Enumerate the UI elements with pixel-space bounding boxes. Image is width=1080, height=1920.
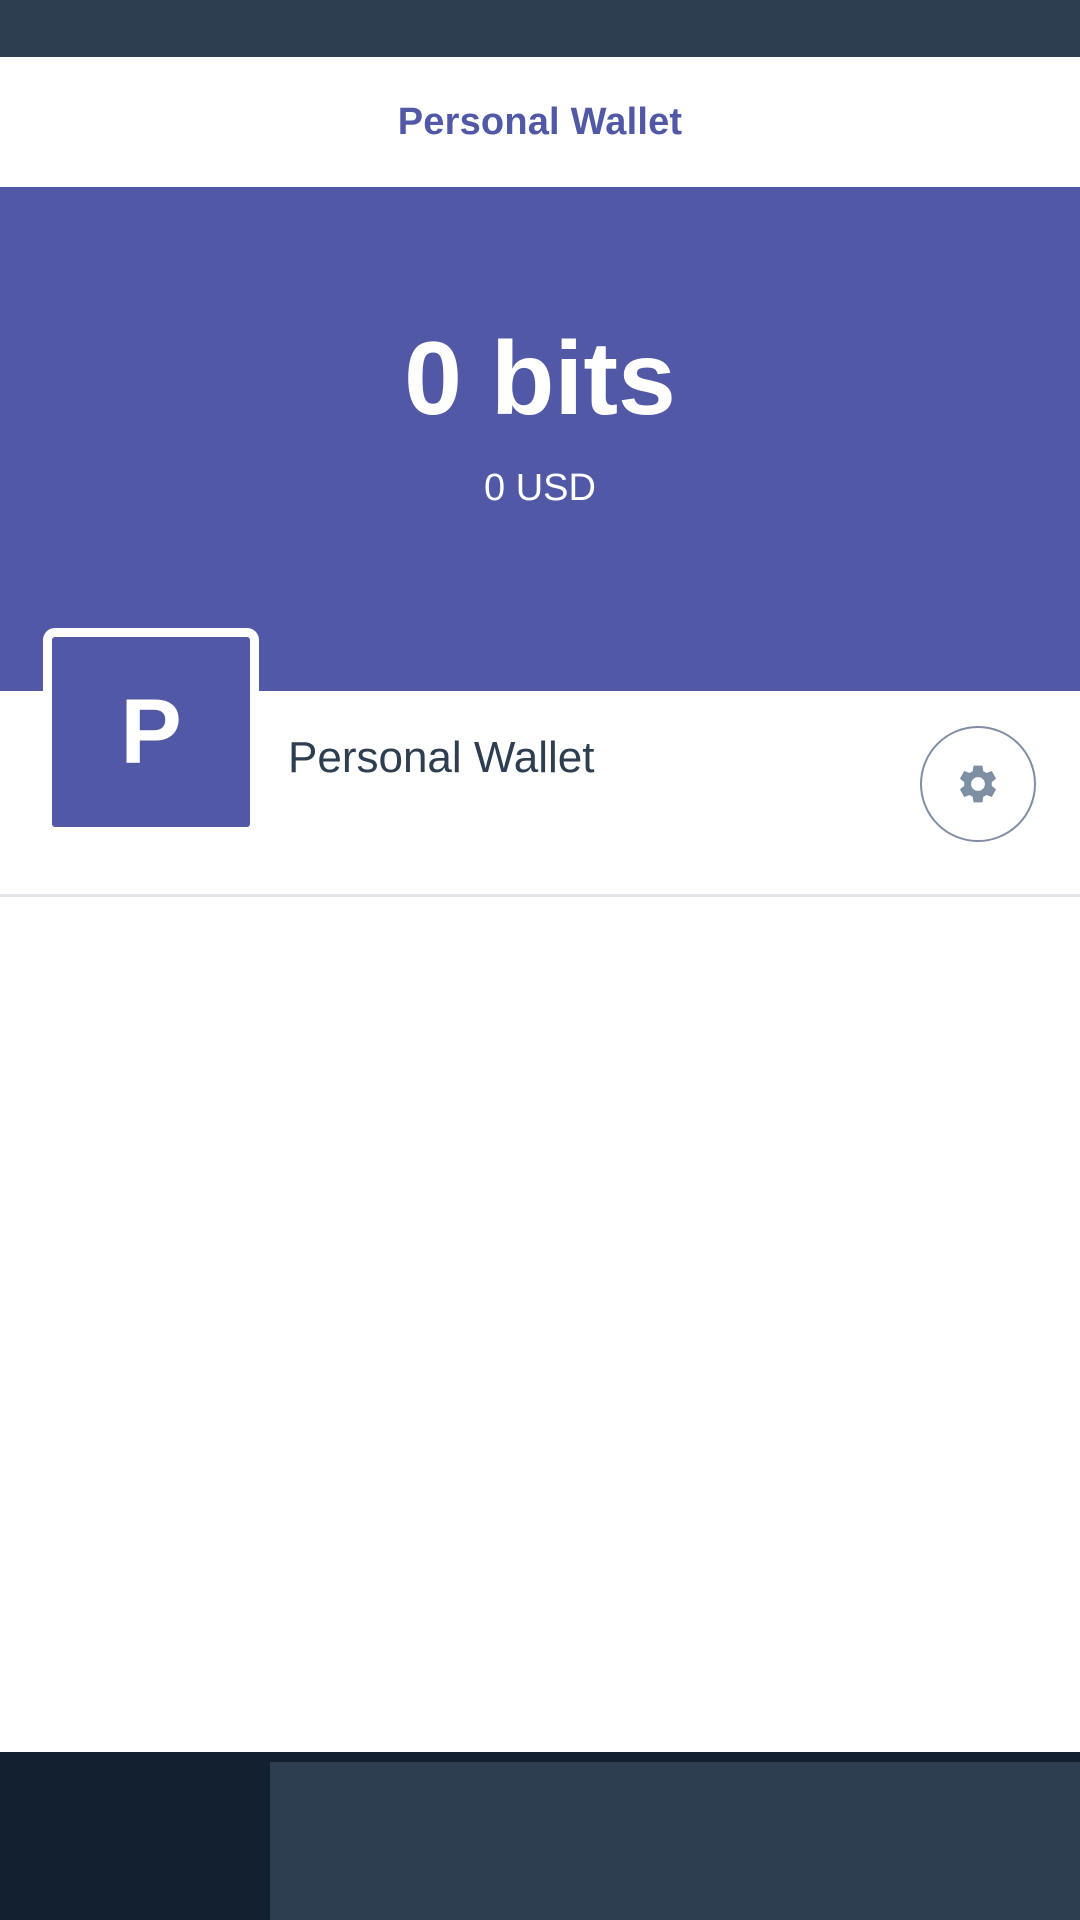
- transactions-area: [0, 900, 1080, 1752]
- wallet-screen: Personal Wallet 0 bits 0 USD P Personal …: [0, 0, 1080, 1920]
- top-bar: Personal Wallet: [0, 57, 1080, 187]
- balance-amount: 0 bits: [404, 321, 676, 437]
- wallet-name: Personal Wallet: [288, 733, 595, 782]
- gear-icon: [960, 765, 996, 803]
- balance-banner[interactable]: 0 bits 0 USD: [0, 187, 1080, 691]
- wallet-info-row: P Personal Wallet: [0, 628, 1080, 897]
- bottom-bar-panel: [270, 1762, 1080, 1920]
- wallet-settings-button[interactable]: [920, 726, 1036, 842]
- wallet-avatar-letter: P: [120, 681, 182, 783]
- bottom-bar: [0, 1752, 1080, 1920]
- status-bar: [0, 0, 1080, 57]
- balance-fiat-value: 0 USD: [484, 467, 596, 509]
- wallet-avatar: P: [43, 628, 259, 836]
- page-title: Personal Wallet: [397, 100, 683, 143]
